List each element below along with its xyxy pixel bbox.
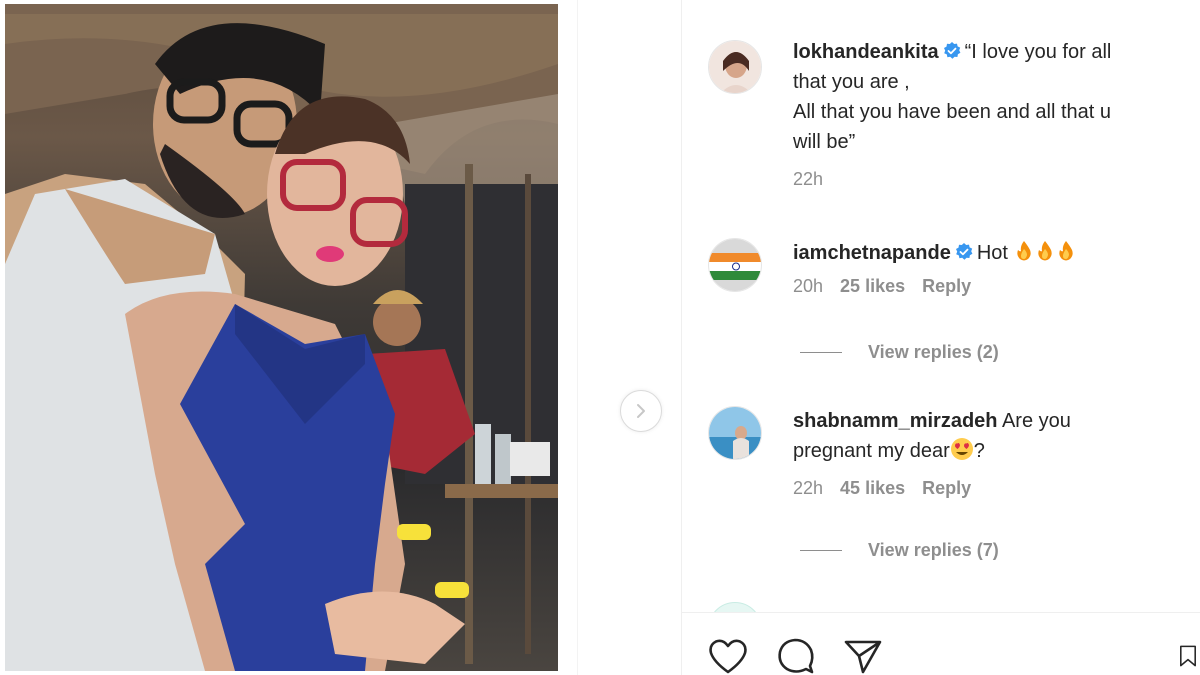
avatar[interactable] (708, 406, 762, 460)
comment-text-line: “I love you for all (964, 41, 1112, 63)
comment-likes[interactable]: 25 likes (840, 276, 905, 296)
view-replies-label: View replies (2) (868, 342, 999, 362)
comment-text-line: will be” (793, 131, 856, 153)
avatar[interactable] (708, 40, 762, 94)
comment-button[interactable] (776, 636, 816, 675)
view-replies-dash (800, 550, 842, 551)
fire-emoji-icon (1016, 241, 1031, 261)
fire-emoji-icon (1058, 241, 1073, 261)
reply-button[interactable]: Reply (922, 478, 971, 498)
post-photo-illustration (5, 4, 558, 671)
comments-list[interactable]: lokhandeankita “I love you for all that y… (682, 0, 1200, 612)
view-replies-button[interactable]: View replies (7) (800, 540, 999, 561)
avatar-flag-image (709, 239, 761, 291)
comment-text-line: pregnant my dear (793, 440, 950, 462)
save-button[interactable] (1176, 636, 1200, 675)
comment-time[interactable]: 20h (793, 276, 823, 296)
heart-icon (709, 639, 747, 674)
avatar[interactable] (708, 602, 762, 612)
next-photo-button[interactable] (620, 390, 662, 432)
gutter-divider-left (577, 0, 578, 675)
comment-text: Hot (976, 242, 1008, 264)
view-replies-dash (800, 352, 842, 353)
view-replies-label: View replies (7) (868, 540, 999, 560)
avatar-photo (709, 407, 761, 459)
verified-badge-icon (943, 42, 961, 59)
verified-badge-icon (955, 243, 973, 260)
bookmark-icon (1180, 645, 1196, 667)
comment-time[interactable]: 22h (793, 169, 823, 189)
comment-text: Are you (1001, 410, 1071, 432)
like-button[interactable] (708, 636, 748, 675)
comment-text-suffix: ? (973, 440, 985, 462)
comment-username[interactable]: shabnamm_mirzadeh (793, 410, 998, 432)
share-button[interactable] (843, 636, 883, 675)
comment-time[interactable]: 22h (793, 478, 823, 498)
avatar-photo (709, 41, 761, 93)
comment-icon (778, 638, 814, 674)
share-icon (844, 640, 882, 674)
comment-username[interactable]: lokhandeankita (793, 41, 939, 63)
avatar[interactable] (708, 238, 762, 292)
comment-likes[interactable]: 45 likes (840, 478, 905, 498)
heart-eyes-emoji-icon (950, 438, 973, 460)
actions-separator (682, 612, 1200, 613)
view-replies-button[interactable]: View replies (2) (800, 342, 999, 363)
fire-emoji-icon (1037, 241, 1052, 261)
chevron-right-icon (637, 404, 645, 418)
comment-text-line: that you are , (793, 71, 910, 93)
reply-button[interactable]: Reply (922, 276, 971, 296)
comment-username[interactable]: iamchetnapande (793, 242, 951, 264)
post-photo[interactable] (5, 4, 558, 671)
comment-text-line: All that you have been and all that u (793, 101, 1112, 123)
